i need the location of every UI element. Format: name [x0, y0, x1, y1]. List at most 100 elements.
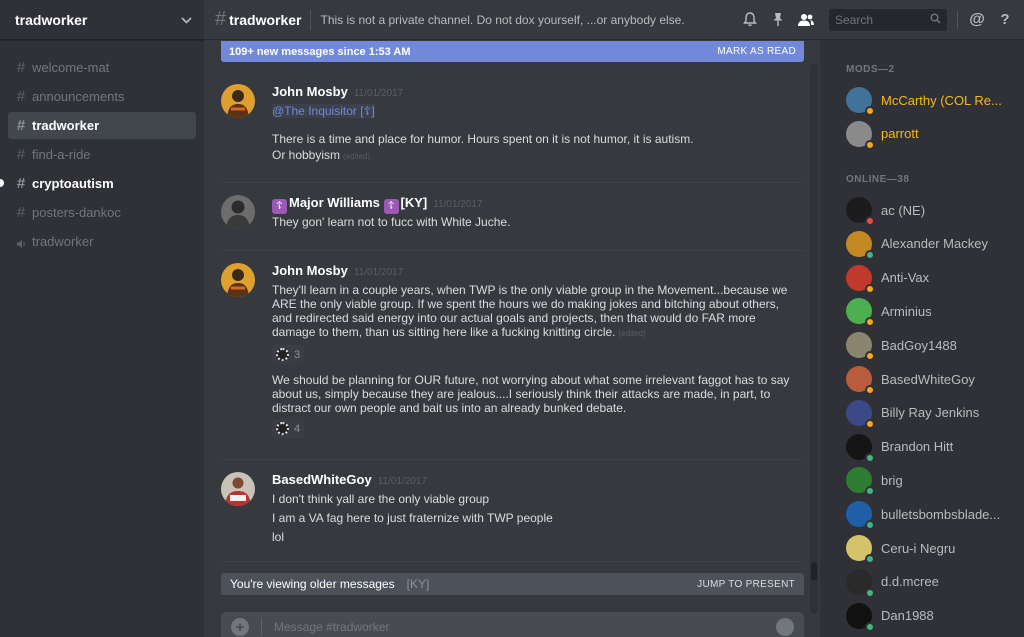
avatar[interactable]: [221, 472, 255, 506]
divider: [310, 9, 312, 30]
user-mention[interactable]: @The Inquisitor [☦]: [272, 104, 375, 118]
message-group: BasedWhiteGoy 11/01/2017 I don't think y…: [221, 472, 804, 562]
author-name[interactable]: ☦ Major Williams ☦ [KY]: [272, 195, 427, 214]
member-name: brig: [881, 472, 903, 488]
channel-posters-dankoc[interactable]: # posters-dankoc: [8, 199, 196, 226]
message-text: There is a time and place for humor. Hou…: [272, 132, 694, 146]
reaction-count: 4: [294, 422, 301, 435]
status-dnd-indicator: [865, 216, 875, 226]
status-online-indicator: [865, 621, 875, 632]
member-name: Arminius: [881, 303, 932, 319]
search-icon[interactable]: [930, 11, 941, 29]
member-row[interactable]: brig: [846, 465, 1016, 497]
member-row[interactable]: Alexander Mackey: [846, 229, 1016, 260]
older-messages-bar[interactable]: You're viewing older messages [KY] JUMP T…: [221, 573, 804, 595]
member-avatar: [846, 197, 875, 226]
new-messages-bar[interactable]: 109+ new messages since 1:53 AM MARK AS …: [221, 41, 804, 62]
reaction[interactable]: 4: [272, 419, 305, 438]
channel-label: find-a-ride: [32, 147, 91, 162]
unread-indicator: [0, 179, 4, 187]
member-row[interactable]: bulletsbombsblade...: [846, 499, 1016, 531]
scrollbar-thumb[interactable]: [811, 562, 817, 580]
message-line: Or hobbyism (edited): [272, 148, 794, 164]
guild-header[interactable]: tradworker: [0, 0, 204, 40]
message-input[interactable]: [274, 620, 776, 634]
member-row[interactable]: Anti-Vax: [846, 263, 1016, 294]
hash-icon: #: [215, 8, 227, 30]
author-name[interactable]: BasedWhiteGoy: [272, 472, 372, 487]
member-row[interactable]: McCarthy (COL Re...: [846, 85, 1016, 116]
edited-label: (edited): [343, 152, 371, 161]
member-name: Dan1988: [881, 608, 934, 624]
channel-tradworker[interactable]: # tradworker: [8, 112, 196, 139]
member-avatar: [846, 120, 875, 150]
peek-text: [KY]: [406, 577, 430, 591]
channel-label: posters-dankoc: [32, 205, 121, 220]
message-body: ☦ Major Williams ☦ [KY] 11/01/2017 They go…: [272, 195, 794, 229]
chevron-down-icon[interactable]: [181, 13, 192, 27]
voice-channel-tradworker[interactable]: tradworker: [8, 228, 196, 255]
member-avatar: [846, 298, 875, 328]
avatar[interactable]: [221, 195, 255, 229]
status-idle-indicator: [865, 351, 875, 362]
avatar[interactable]: [221, 84, 255, 118]
member-name: Billy Ray Jenkins: [881, 405, 980, 421]
member-row[interactable]: Arminius: [846, 296, 1016, 328]
channel-header: # tradworker This is not a private chann…: [204, 0, 1024, 40]
status-online-indicator: [865, 249, 875, 260]
older-messages-text: You're viewing older messages [KY]: [230, 577, 430, 591]
member-row[interactable]: BasedWhiteGoy: [846, 364, 1016, 395]
message-text: They gon' learn not to fucc with White J…: [272, 215, 511, 229]
member-row[interactable]: Dan1988: [846, 601, 1016, 632]
member-row[interactable]: BadGoy1488: [846, 330, 1016, 362]
hash-icon: #: [16, 59, 26, 76]
hash-icon: #: [16, 146, 26, 163]
members-icon[interactable]: [797, 11, 815, 29]
channel-announcements[interactable]: # announcements: [8, 83, 196, 110]
orthodox-cross-emoji: ☦: [383, 199, 399, 214]
message-body: John Mosby 11/01/2017 They'll learn in a…: [272, 263, 794, 440]
member-row[interactable]: ac (NE): [846, 195, 1016, 226]
message-text: lol: [272, 530, 285, 544]
jump-to-present-button[interactable]: JUMP TO PRESENT: [697, 579, 795, 590]
message-body: BasedWhiteGoy 11/01/2017 I don't think y…: [272, 472, 794, 544]
channel-welcome-mat[interactable]: # welcome-mat: [8, 54, 196, 81]
sun-wheel-emoji: [276, 348, 289, 361]
member-avatar: [846, 467, 875, 497]
channel-topic[interactable]: This is not a private channel. Do not do…: [320, 13, 741, 27]
member-row[interactable]: parrott: [846, 119, 1016, 150]
member-name: Alexander Mackey: [881, 236, 988, 252]
member-avatar: [846, 87, 875, 116]
scrollbar[interactable]: [810, 64, 818, 614]
status-idle-indicator: [865, 385, 875, 395]
search-box[interactable]: [829, 8, 947, 31]
author-name[interactable]: John Mosby: [272, 84, 348, 99]
help-icon[interactable]: ?: [996, 11, 1014, 29]
author-name[interactable]: John Mosby: [272, 263, 348, 278]
search-input[interactable]: [835, 12, 925, 27]
timestamp: 11/01/2017: [377, 476, 427, 487]
member-row[interactable]: d.d.mcree: [846, 567, 1016, 598]
member-row[interactable]: Ceru-i Negru: [846, 533, 1016, 564]
avatar[interactable]: [221, 263, 255, 297]
member-name: Ceru-i Negru: [881, 540, 956, 556]
upload-plus-icon[interactable]: +: [231, 618, 249, 636]
channel-find-a-ride[interactable]: # find-a-ride: [8, 141, 196, 168]
member-name: BadGoy1488: [881, 337, 957, 353]
mark-as-read-button[interactable]: MARK AS READ: [717, 46, 796, 57]
message-group: John Mosby 11/01/2017 @The Inquisitor [☦…: [221, 84, 804, 183]
channel-cryptoautism[interactable]: # cryptoautism: [0, 170, 196, 197]
sun-wheel-emoji: [276, 422, 289, 435]
member-row[interactable]: Brandon Hitt: [846, 432, 1016, 463]
bell-icon[interactable]: [741, 11, 759, 29]
timestamp: 11/01/2017: [353, 88, 404, 99]
member-row[interactable]: Billy Ray Jenkins: [846, 398, 1016, 429]
hash-icon: #: [16, 117, 26, 134]
pin-icon[interactable]: [769, 11, 787, 29]
reaction[interactable]: 3: [272, 345, 305, 364]
status-online-indicator: [865, 587, 875, 598]
emoji-picker-icon[interactable]: [776, 618, 794, 636]
mention-icon[interactable]: @: [968, 11, 986, 29]
message-text: We should be planning for OUR future, no…: [272, 373, 790, 415]
online-section-label: ONLINE—38: [846, 174, 910, 185]
